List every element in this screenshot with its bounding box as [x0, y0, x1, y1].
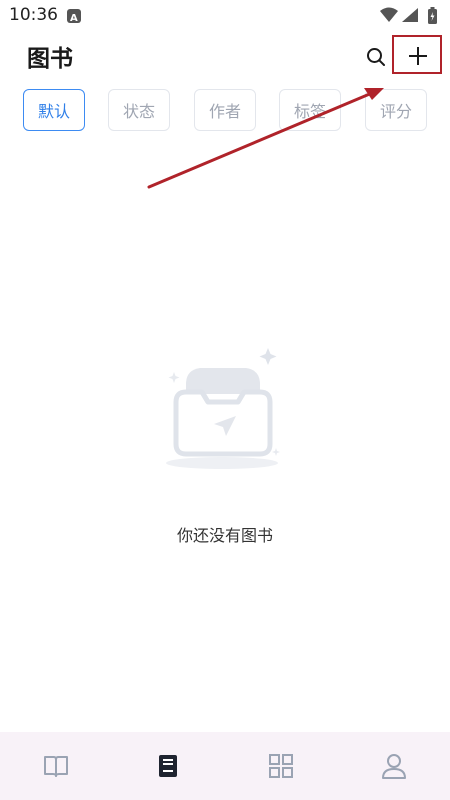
nav-item-books[interactable]	[112, 732, 224, 800]
signal-icon	[402, 8, 418, 22]
person-icon	[382, 754, 406, 779]
add-book-button[interactable]	[398, 38, 438, 74]
nav-item-explore[interactable]	[225, 732, 337, 800]
wifi-icon	[380, 7, 398, 22]
app-header: 图书	[0, 32, 450, 80]
status-bar: 10:36 A	[0, 0, 450, 32]
filter-bar: 默认 状态 作者 标签 评分	[0, 89, 450, 133]
battery-charging-icon	[428, 7, 437, 24]
text-badge-icon: A	[67, 9, 81, 24]
empty-inbox-icon	[160, 346, 290, 472]
empty-state-message: 你还没有图书	[176, 526, 273, 545]
grid-icon	[269, 754, 293, 778]
page-title: 图书	[27, 46, 73, 72]
filter-chip-status[interactable]: 状态	[108, 89, 170, 131]
search-button[interactable]	[361, 42, 391, 72]
filter-chip-tag[interactable]: 标签	[279, 89, 341, 131]
plus-icon	[409, 47, 427, 65]
status-icons	[378, 5, 442, 27]
bottom-navigation	[0, 732, 450, 800]
nav-item-reading[interactable]	[0, 732, 112, 800]
filter-chip-rating[interactable]: 评分	[365, 89, 427, 131]
open-book-icon	[44, 756, 68, 777]
filter-chip-author[interactable]: 作者	[194, 89, 256, 131]
nav-item-profile[interactable]	[338, 732, 450, 800]
svg-text:A: A	[70, 13, 78, 24]
search-icon	[367, 48, 385, 66]
bookshelf-icon	[159, 755, 177, 777]
filter-chip-default[interactable]: 默认	[23, 89, 85, 131]
status-time: 10:36	[9, 5, 58, 25]
